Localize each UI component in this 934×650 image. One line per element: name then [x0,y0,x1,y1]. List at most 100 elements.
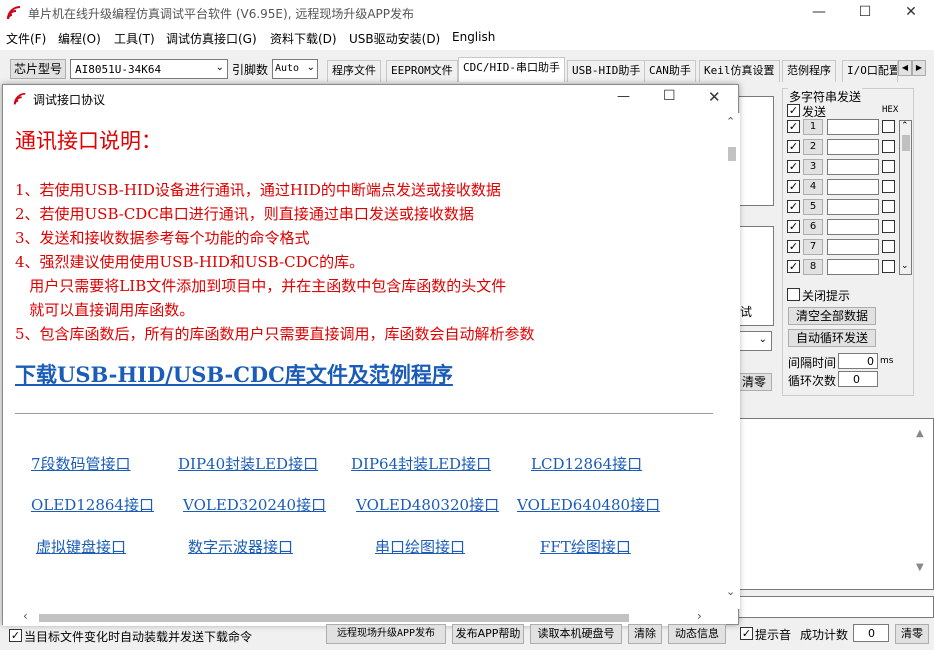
row-send-button[interactable]: 4 [803,179,823,195]
chevron-up-icon[interactable]: ⌃ [726,115,735,128]
chevron-down-icon[interactable]: ⌄ [901,261,909,271]
send-checkbox[interactable]: ✓ [787,104,800,117]
dynamic-info-button[interactable]: 动态信息 [668,624,726,644]
row-text-input[interactable] [827,159,879,175]
tab-cdc-hid-serial[interactable]: CDC/HID-串口助手 [458,57,565,82]
row-send-button[interactable]: 2 [803,139,823,155]
row-hex-checkbox[interactable] [882,200,895,213]
chevron-up-icon[interactable]: ▲ [916,428,924,439]
tip-sound-checkbox[interactable]: ✓ [740,627,753,640]
tab-scroll-left[interactable]: ◀ [898,60,912,76]
link-fft-plot[interactable]: FFT绘图接口 [540,536,631,557]
row-send-checkbox[interactable]: ✓ [787,160,800,173]
row-send-checkbox[interactable]: ✓ [787,260,800,273]
menu-file[interactable]: 文件(F) [6,30,46,47]
row-hex-checkbox[interactable] [882,180,895,193]
row-send-button[interactable]: 6 [803,219,823,235]
bottom-input[interactable] [736,596,934,618]
download-library-link[interactable]: 下载USB-HID/USB-CDC库文件及范例程序 [15,359,453,389]
chevron-up-icon[interactable]: ⌃ [901,121,909,131]
maximize-button[interactable]: ☐ [842,0,888,26]
close-window-button[interactable]: ✕ [888,0,934,26]
menu-tools[interactable]: 工具(T) [114,30,155,47]
chevron-down-icon[interactable]: ▼ [916,562,924,573]
reset-count-button[interactable]: 清零 [895,624,929,644]
dialog-maximize-button[interactable]: ☐ [663,88,676,104]
row-hex-checkbox[interactable] [882,160,895,173]
link-serial-plot[interactable]: 串口绘图接口 [375,536,465,557]
link-oscilloscope[interactable]: 数字示波器接口 [188,536,293,557]
loop-input[interactable]: 0 [838,371,878,387]
link-dip40-led[interactable]: DIP40封装LED接口 [178,453,318,474]
tab-eeprom-file[interactable]: EEPROM文件 [386,60,458,82]
dialog-vertical-scrollbar[interactable]: ⌃ ⌄ [723,113,740,609]
scroll-thumb[interactable] [728,147,736,161]
menu-english[interactable]: English [452,30,495,44]
link-virtual-keyboard[interactable]: 虚拟键盘接口 [36,536,126,557]
chevron-right-icon[interactable]: › [697,609,702,623]
row-send-button[interactable]: 7 [803,239,823,255]
menu-usb-driver[interactable]: USB驱动安装(D) [349,30,440,47]
link-lcd12864[interactable]: LCD12864接口 [531,453,642,474]
tab-examples[interactable]: 范例程序 [782,60,836,82]
row-text-input[interactable] [827,219,879,235]
row-send-checkbox[interactable]: ✓ [787,180,800,193]
row-send-checkbox[interactable]: ✓ [787,240,800,253]
row-hex-checkbox[interactable] [882,120,895,133]
dialog-minimize-button[interactable]: — [617,89,630,104]
row-send-checkbox[interactable]: ✓ [787,140,800,153]
auto-load-checkbox[interactable]: ✓ [9,629,22,642]
row-text-input[interactable] [827,119,879,135]
chip-select[interactable]: AI8051U-34K64 ⌄ [70,59,228,79]
link-voled640480[interactable]: VOLED640480接口 [517,494,660,515]
chip-type-button[interactable]: 芯片型号 [10,59,66,79]
menu-downloads[interactable]: 资料下载(D) [270,30,337,47]
chevron-left-icon[interactable]: ‹ [23,609,28,623]
read-disk-button[interactable]: 读取本机硬盘号 [530,624,622,644]
row-send-checkbox[interactable]: ✓ [787,220,800,233]
link-dip64-led[interactable]: DIP64封装LED接口 [351,453,491,474]
link-voled320240[interactable]: VOLED320240接口 [183,494,326,515]
chevron-down-icon[interactable]: ⌄ [726,585,735,598]
row-hex-checkbox[interactable] [882,260,895,273]
row-send-checkbox[interactable]: ✓ [787,200,800,213]
row-send-button[interactable]: 3 [803,159,823,175]
row-send-button[interactable]: 1 [803,119,823,135]
clear-button[interactable]: 清除 [628,624,662,644]
row-hex-checkbox[interactable] [882,220,895,233]
minimize-button[interactable]: — [796,0,842,26]
tab-program-file[interactable]: 程序文件 [327,60,381,82]
close-tip-checkbox[interactable] [787,288,800,301]
receive-area[interactable] [736,96,774,206]
auto-loop-button[interactable]: 自动循环发送 [788,329,876,347]
link-oled12864[interactable]: OLED12864接口 [31,494,154,515]
publish-help-button[interactable]: 发布APP帮助 [452,624,524,644]
row-send-button[interactable]: 5 [803,199,823,215]
scroll-thumb[interactable] [39,614,629,622]
row-text-input[interactable] [827,179,879,195]
partial-select[interactable]: ⌄ [736,331,772,351]
pins-select[interactable]: Auto ⌄ [272,59,318,79]
clear-zero-button[interactable]: 清零 [736,373,772,391]
dialog-close-button[interactable]: ✕ [708,88,721,106]
link-7seg[interactable]: 7段数码管接口 [31,453,131,474]
scroll-thumb[interactable] [902,135,910,151]
row-text-input[interactable] [827,199,879,215]
row-text-input[interactable] [827,239,879,255]
row-hex-checkbox[interactable] [882,140,895,153]
rows-scrollbar[interactable]: ⌃ ⌄ [899,120,912,275]
tab-keil-sim[interactable]: Keil仿真设置 [699,60,780,82]
clear-all-button[interactable]: 清空全部数据 [788,307,876,325]
interval-input[interactable]: 0 [838,353,878,369]
row-text-input[interactable] [827,259,879,275]
row-hex-checkbox[interactable] [882,240,895,253]
row-text-input[interactable] [827,139,879,155]
row-send-button[interactable]: 8 [803,259,823,275]
tab-usb-hid[interactable]: USB-HID助手 [567,60,646,82]
menu-debug-interface[interactable]: 调试仿真接口(G) [166,30,257,47]
tab-can[interactable]: CAN助手 [644,60,696,82]
row-send-checkbox[interactable]: ✓ [787,120,800,133]
link-voled480320[interactable]: VOLED480320接口 [356,494,499,515]
tab-scroll-right[interactable]: ▶ [912,60,926,76]
menu-program[interactable]: 编程(O) [58,30,101,47]
